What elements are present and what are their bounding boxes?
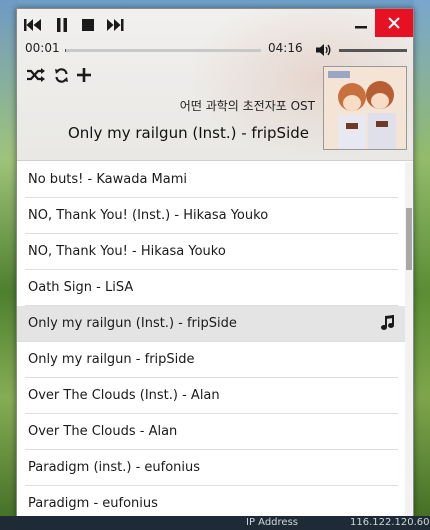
playlist-item[interactable]: Paradigm (inst.) - eufonius: [25, 450, 398, 486]
pause-icon[interactable]: [54, 16, 70, 34]
minimize-button[interactable]: [347, 9, 375, 37]
shuffle-icon[interactable]: [25, 65, 47, 85]
playlist-item[interactable]: Oath Sign - LiSA: [25, 270, 398, 306]
music-player-window: 00:01 04:16 어떤 과학의 초전자포 OST Only my rail…: [16, 8, 414, 518]
volume-icon[interactable]: [315, 42, 333, 58]
desktop-background-right: [414, 0, 430, 530]
playlist-item-label: NO, Thank You! - Hikasa Youko: [28, 244, 226, 259]
close-icon: [388, 17, 400, 29]
playlist-item-active[interactable]: Only my railgun (Inst.) - fripSide: [17, 306, 405, 342]
playlist[interactable]: No buts! - Kawada Mami NO, Thank You! (In…: [17, 162, 413, 517]
album-cover: [323, 66, 407, 150]
playlist-item[interactable]: No buts! - Kawada Mami: [25, 162, 398, 198]
next-icon[interactable]: [104, 16, 126, 34]
seek-bar[interactable]: [65, 49, 261, 52]
repeat-icon[interactable]: [52, 65, 70, 85]
playlist-item-label: Over The Clouds (Inst.) - Alan: [28, 388, 220, 403]
now-playing-title: Only my railgun (Inst.) - fripSide: [67, 124, 309, 142]
playlist-item[interactable]: NO, Thank You! (Inst.) - Hikasa Youko: [25, 198, 398, 234]
playlist-item-label: Paradigm (inst.) - eufonius: [28, 460, 201, 475]
playlist-item[interactable]: Over The Clouds - Alan: [25, 414, 398, 450]
taskbar-strip: IP Address 116.122.120.60: [0, 516, 430, 530]
volume-slider-fill: [339, 49, 407, 52]
playlist-item-label: Paradigm - eufonius: [28, 496, 158, 511]
playlist-scroll-thumb[interactable]: [406, 208, 412, 270]
close-button[interactable]: [375, 9, 413, 37]
playlist-item-label: Only my railgun - fripSide: [28, 352, 195, 367]
stop-icon[interactable]: [80, 16, 96, 34]
playlist-item-label: NO, Thank You! (Inst.) - Hikasa Youko: [28, 208, 269, 223]
playlist-item[interactable]: Over The Clouds (Inst.) - Alan: [25, 378, 398, 414]
ip-address-value: 116.122.120.60: [350, 517, 430, 528]
current-time: 00:01: [25, 41, 60, 55]
ip-address-label: IP Address: [246, 517, 298, 528]
playlist-item-label: No buts! - Kawada Mami: [28, 172, 188, 187]
player-header: 00:01 04:16 어떤 과학의 초전자포 OST Only my rail…: [17, 9, 413, 161]
playlist-item-label: Only my railgun (Inst.) - fripSide: [28, 316, 237, 331]
music-note-icon: [381, 315, 395, 335]
playlist-item[interactable]: Paradigm - eufonius: [25, 486, 398, 517]
playlist-scrollbar[interactable]: [405, 162, 413, 517]
playlist-item[interactable]: NO, Thank You! - Hikasa Youko: [25, 234, 398, 270]
previous-icon[interactable]: [23, 16, 43, 34]
playlist-item-label: Oath Sign - LiSA: [28, 280, 134, 295]
seek-bar-fill: [65, 49, 66, 52]
playlist-item-label: Over The Clouds - Alan: [28, 424, 178, 439]
add-icon[interactable]: [75, 65, 93, 85]
volume-slider[interactable]: [339, 49, 407, 52]
album-title: 어떤 과학의 초전자포 OST: [179, 99, 315, 113]
playlist-item[interactable]: Only my railgun - fripSide: [25, 342, 398, 378]
total-time: 04:16: [268, 41, 303, 55]
